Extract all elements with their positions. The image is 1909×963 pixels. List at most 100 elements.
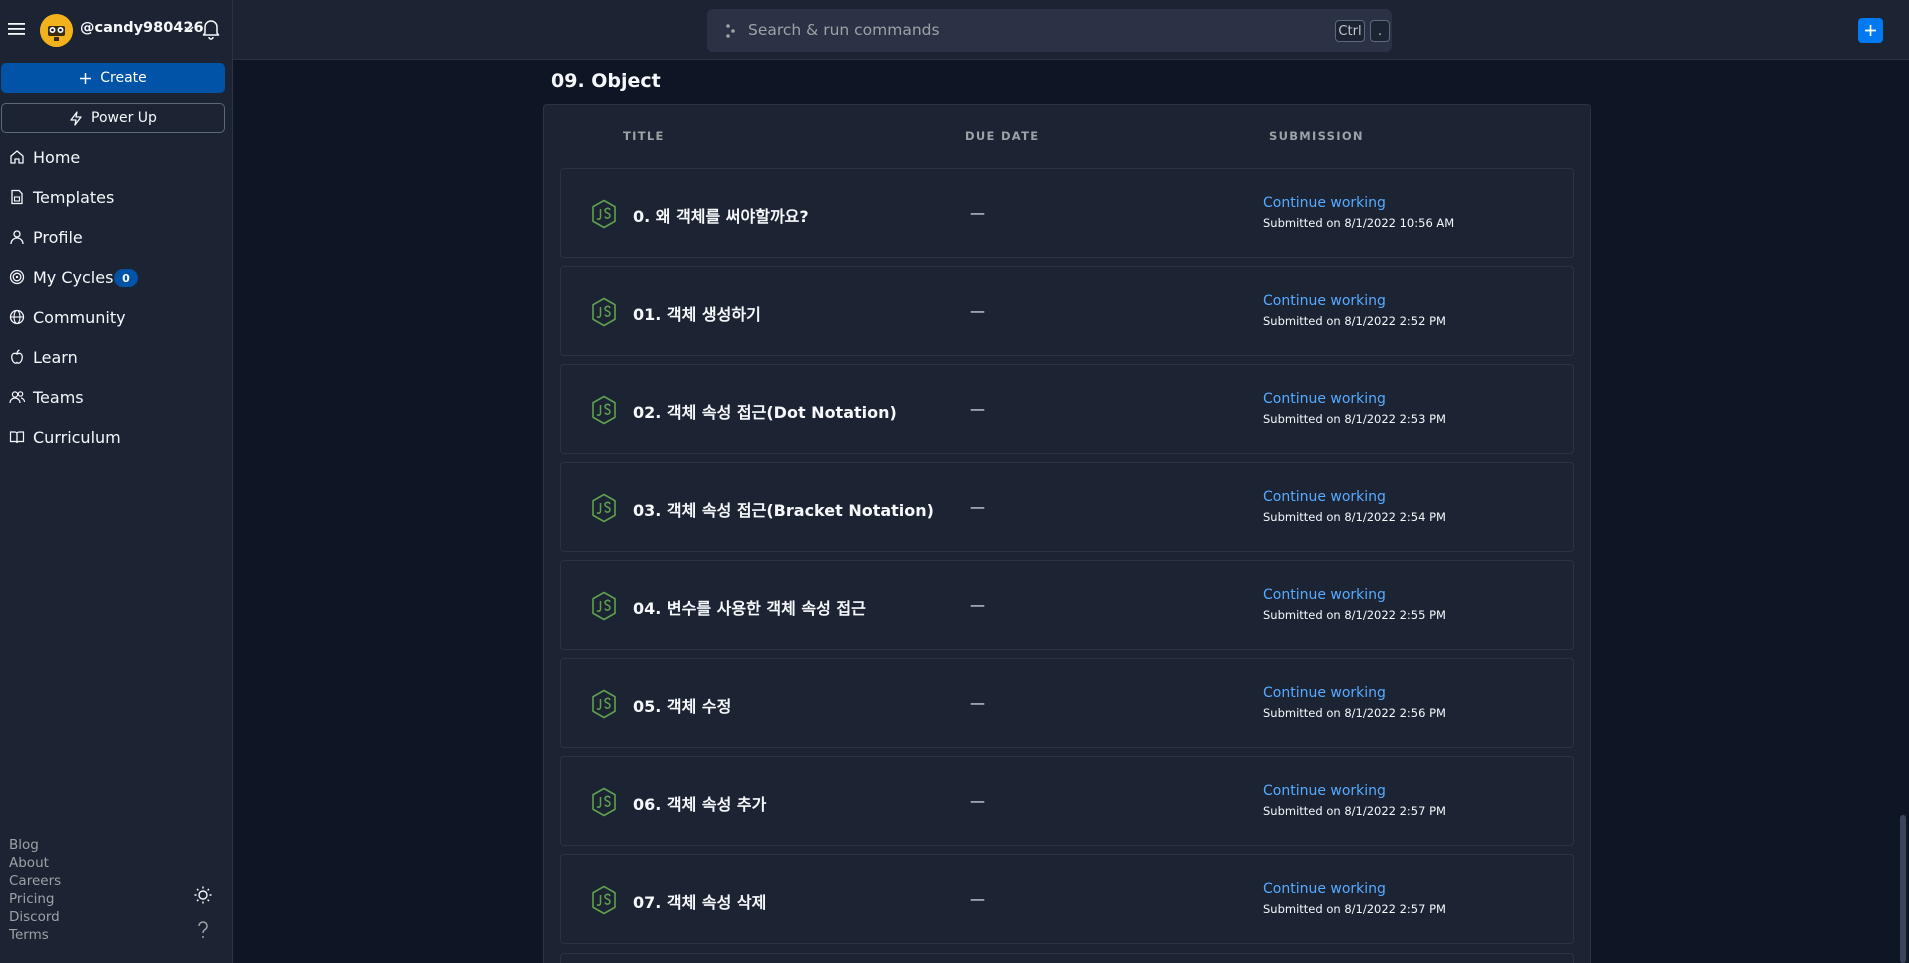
footer-link-discord[interactable]: Discord <box>9 908 61 926</box>
assignment-title: 03. 객체 속성 접근(Bracket Notation) <box>633 501 934 520</box>
table-row[interactable]: 01. 객체 생성하기 — Continue working Submitted on… <box>560 266 1574 356</box>
assignment-title: 05. 객체 수정 <box>633 697 732 716</box>
nodejs-icon <box>592 787 616 817</box>
create-button[interactable]: Create <box>1 63 225 93</box>
profile-icon <box>10 230 24 245</box>
sidebar-item-community[interactable]: Community <box>0 300 225 334</box>
nodejs-icon <box>592 885 616 915</box>
table-row[interactable]: 06. 객체 속성 추가 — Continue working Submitted o… <box>560 756 1574 846</box>
search-input[interactable]: Search & run commands Ctrl . <box>707 9 1392 52</box>
continue-working-link[interactable]: Continue working <box>1263 391 1386 407</box>
teams-icon <box>9 391 25 404</box>
continue-working-link[interactable]: Continue working <box>1263 783 1386 799</box>
footer-link-pricing[interactable]: Pricing <box>9 890 61 908</box>
due-date: — <box>970 498 985 516</box>
due-date: — <box>970 694 985 712</box>
nodejs-icon <box>592 493 616 523</box>
templates-icon <box>11 189 23 205</box>
submission-timestamp: Submitted on 8/1/2022 2:53 PM <box>1263 412 1446 426</box>
avatar[interactable] <box>40 14 73 47</box>
topbar: Search & run commands Ctrl . <box>233 0 1909 60</box>
chevron-down-icon[interactable] <box>184 24 194 34</box>
home-icon <box>10 150 24 164</box>
sidebar-item-label: Teams <box>33 387 84 407</box>
assignment-title: 0. 왜 객체를 써야할까요? <box>633 207 809 226</box>
continue-working-link[interactable]: Continue working <box>1263 685 1386 701</box>
section-title: 09. Object <box>551 70 661 92</box>
sidebar-item-label: Curriculum <box>33 427 121 447</box>
cycles-badge: 0 <box>114 269 138 287</box>
assignment-title: 01. 객체 생성하기 <box>633 305 761 324</box>
due-date: — <box>970 204 985 222</box>
continue-working-link[interactable]: Continue working <box>1263 587 1386 603</box>
globe-icon <box>9 309 25 325</box>
sidebar-item-learn[interactable]: Learn <box>0 340 225 374</box>
hamburger-menu-icon[interactable] <box>6 18 28 40</box>
sidebar-item-label: Templates <box>33 187 115 207</box>
submission-timestamp: Submitted on 8/1/2022 2:56 PM <box>1263 706 1446 720</box>
submission-timestamp: Submitted on 8/1/2022 2:54 PM <box>1263 510 1446 524</box>
table-row[interactable]: 07. 객체 속성 삭제 — Continue working Submitted o… <box>560 854 1574 944</box>
sidebar-item-profile[interactable]: Profile <box>0 220 225 254</box>
continue-working-link[interactable]: Continue working <box>1263 293 1386 309</box>
column-header-title: TITLE <box>623 129 665 143</box>
cycles-icon <box>9 269 25 285</box>
sidebar-item-my-cycles[interactable]: My Cycles 0 <box>0 260 225 294</box>
footer-link-blog[interactable]: Blog <box>9 836 61 854</box>
table-row[interactable]: 03. 객체 속성 접근(Bracket Notation) — Continue … <box>560 462 1574 552</box>
column-header-submission: SUBMISSION <box>1269 129 1364 143</box>
nodejs-icon <box>592 395 616 425</box>
sidebar-item-templates[interactable]: Templates <box>0 180 225 214</box>
plus-icon <box>80 72 92 84</box>
continue-working-link[interactable]: Continue working <box>1263 489 1386 505</box>
column-header-due-date: DUE DATE <box>965 129 1040 143</box>
learn-icon <box>11 349 23 364</box>
nodejs-icon <box>592 199 616 229</box>
nodejs-icon <box>592 297 616 327</box>
continue-working-link[interactable]: Continue working <box>1263 195 1386 211</box>
due-date: — <box>970 792 985 810</box>
due-date: — <box>970 302 985 320</box>
submission-timestamp: Submitted on 8/1/2022 10:56 AM <box>1263 216 1455 230</box>
sun-icon[interactable] <box>193 885 213 905</box>
sidebar-item-curriculum[interactable]: Curriculum <box>0 420 225 454</box>
shortcut-key-ctrl: Ctrl <box>1335 20 1365 42</box>
table-row[interactable]: 0. 왜 객체를 써야할까요? — Continue working Submitte… <box>560 168 1574 258</box>
footer-link-terms[interactable]: Terms <box>9 926 61 944</box>
sidebar-header: @candy980426 <box>0 0 233 60</box>
footer-links: Blog About Careers Pricing Discord Terms <box>9 836 61 944</box>
sidebar-item-teams[interactable]: Teams <box>0 380 225 414</box>
due-date: — <box>970 596 985 614</box>
submission-timestamp: Submitted on 8/1/2022 2:52 PM <box>1263 314 1446 328</box>
help-icon[interactable] <box>195 920 211 940</box>
sidebar: @candy980426 Create Power Up Home Templa… <box>0 0 233 963</box>
submission-timestamp: Submitted on 8/1/2022 2:57 PM <box>1263 902 1446 916</box>
table-row[interactable]: 02. 객체 속성 접근(Dot Notation) — Continue work… <box>560 364 1574 454</box>
nodejs-icon <box>592 689 616 719</box>
assignment-title: 04. 변수를 사용한 객체 속성 접근 <box>633 599 866 618</box>
app-root: @candy980426 Create Power Up Home Templa… <box>0 0 1909 963</box>
lightning-icon <box>70 110 82 126</box>
footer-link-careers[interactable]: Careers <box>9 872 61 890</box>
power-up-button[interactable]: Power Up <box>1 103 225 133</box>
sidebar-item-label: Home <box>33 147 81 167</box>
due-date: — <box>970 400 985 418</box>
create-button-label: Create <box>100 70 147 86</box>
continue-working-link[interactable]: Continue working <box>1263 881 1386 897</box>
power-up-label: Power Up <box>91 110 157 126</box>
nodejs-icon <box>592 591 616 621</box>
shortcut-key-period: . <box>1370 20 1390 42</box>
table-row[interactable]: 05. 객체 수정 — Continue working Submitted on 8… <box>560 658 1574 748</box>
assignment-title: 07. 객체 속성 삭제 <box>633 893 767 912</box>
footer-link-about[interactable]: About <box>9 854 61 872</box>
table-row[interactable] <box>560 953 1574 963</box>
bell-icon[interactable] <box>201 18 221 40</box>
submission-timestamp: Submitted on 8/1/2022 2:57 PM <box>1263 804 1446 818</box>
assignment-title: 02. 객체 속성 접근(Dot Notation) <box>633 403 897 422</box>
table-row[interactable]: 04. 변수를 사용한 객체 속성 접근 — Continue working Sub… <box>560 560 1574 650</box>
new-repl-button[interactable] <box>1858 18 1883 43</box>
due-date: — <box>970 890 985 908</box>
plus-icon <box>1865 25 1876 36</box>
page-scrollbar[interactable] <box>1900 815 1906 963</box>
sidebar-item-home[interactable]: Home <box>0 140 225 174</box>
